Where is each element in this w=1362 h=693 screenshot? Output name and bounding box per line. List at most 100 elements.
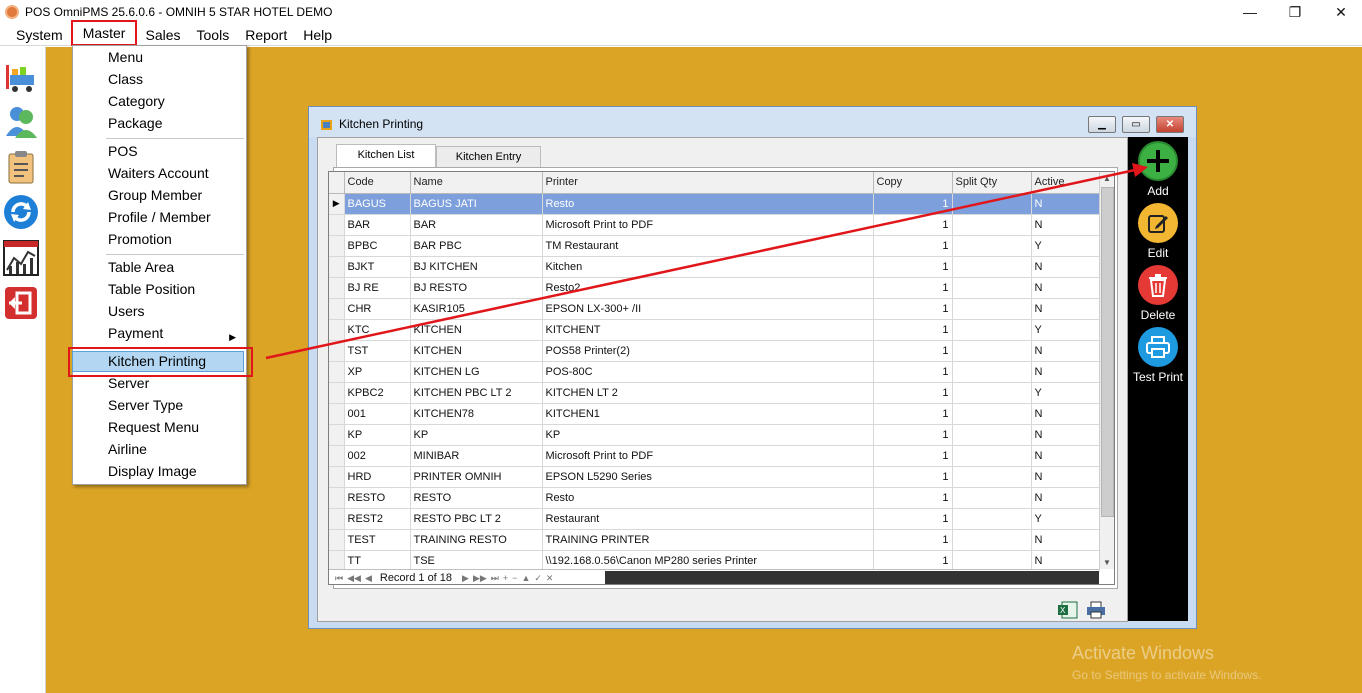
insert-record-icon[interactable]: +: [503, 573, 508, 583]
cell-active[interactable]: N: [1031, 424, 1100, 446]
exit-icon[interactable]: [3, 285, 39, 321]
cell-name[interactable]: KITCHEN: [410, 340, 543, 362]
column-header-printer[interactable]: Printer: [542, 172, 874, 194]
menu-item-package[interactable]: Package: [108, 112, 162, 134]
cell-printer[interactable]: TRAINING PRINTER: [542, 529, 874, 551]
cell-copy[interactable]: 1: [873, 298, 953, 320]
row-indicator[interactable]: [329, 214, 345, 236]
row-indicator[interactable]: [329, 466, 345, 488]
cell-printer[interactable]: KITCHENT: [542, 319, 874, 341]
row-indicator[interactable]: [329, 361, 345, 383]
cell-copy[interactable]: 1: [873, 424, 953, 446]
table-row[interactable]: TST KITCHEN POS58 Printer(2) 1 N: [329, 340, 1100, 362]
cell-split-qty[interactable]: [952, 298, 1032, 320]
cell-name[interactable]: KITCHEN LG: [410, 361, 543, 383]
cell-split-qty[interactable]: [952, 424, 1032, 446]
cell-active[interactable]: Y: [1031, 235, 1100, 257]
cell-active[interactable]: N: [1031, 214, 1100, 236]
cell-printer[interactable]: POS-80C: [542, 361, 874, 383]
cell-active[interactable]: N: [1031, 487, 1100, 509]
dialog-maximize-button[interactable]: ▭: [1122, 116, 1150, 133]
cell-split-qty[interactable]: [952, 487, 1032, 509]
row-indicator[interactable]: [329, 508, 345, 530]
cell-name[interactable]: BJ RESTO: [410, 277, 543, 299]
menu-item-group-member[interactable]: Group Member: [108, 184, 202, 206]
cell-code[interactable]: BJ RE: [344, 277, 411, 299]
menu-system[interactable]: System: [0, 24, 71, 46]
cell-split-qty[interactable]: [952, 214, 1032, 236]
cell-code[interactable]: REST2: [344, 508, 411, 530]
cell-copy[interactable]: 1: [873, 487, 953, 509]
cell-code[interactable]: BAR: [344, 214, 411, 236]
menu-item-airline[interactable]: Airline: [108, 438, 147, 460]
row-indicator[interactable]: [329, 298, 345, 320]
cell-name[interactable]: KITCHEN: [410, 319, 543, 341]
menu-tools[interactable]: Tools: [189, 24, 238, 46]
cell-split-qty[interactable]: [952, 403, 1032, 425]
menu-item-request-menu[interactable]: Request Menu: [108, 416, 199, 438]
scrollbar-thumb[interactable]: [1101, 187, 1114, 517]
cell-code[interactable]: CHR: [344, 298, 411, 320]
edit-button[interactable]: Edit: [1132, 203, 1184, 260]
cell-code[interactable]: KTC: [344, 319, 411, 341]
menu-item-category[interactable]: Category: [108, 90, 165, 112]
menu-item-table-position[interactable]: Table Position: [108, 278, 195, 300]
delete-record-icon[interactable]: −: [512, 573, 517, 583]
cell-split-qty[interactable]: [952, 361, 1032, 383]
cell-name[interactable]: KP: [410, 424, 543, 446]
column-header-code[interactable]: Code: [344, 172, 411, 194]
close-button[interactable]: ✕: [1318, 0, 1362, 24]
menu-item-profile-member[interactable]: Profile / Member: [108, 206, 211, 228]
cell-copy[interactable]: 1: [873, 529, 953, 551]
cell-name[interactable]: TRAINING RESTO: [410, 529, 543, 551]
cell-copy[interactable]: 1: [873, 361, 953, 383]
table-row[interactable]: BAR BAR Microsoft Print to PDF 1 N: [329, 214, 1100, 236]
cell-copy[interactable]: 1: [873, 445, 953, 467]
cell-copy[interactable]: 1: [873, 382, 953, 404]
cell-active[interactable]: N: [1031, 277, 1100, 299]
cell-printer[interactable]: \\192.168.0.56\Canon MP280 series Printe…: [542, 550, 874, 572]
cell-active[interactable]: N: [1031, 403, 1100, 425]
cell-copy[interactable]: 1: [873, 508, 953, 530]
scroll-down-icon[interactable]: ▼: [1103, 558, 1111, 567]
cell-code[interactable]: KP: [344, 424, 411, 446]
table-row[interactable]: 001 KITCHEN78 KITCHEN1 1 N: [329, 403, 1100, 425]
cell-printer[interactable]: Resto: [542, 193, 874, 215]
cell-code[interactable]: TT: [344, 550, 411, 572]
next-page-icon[interactable]: ▶▶: [473, 573, 487, 584]
tab-kitchen-list[interactable]: Kitchen List: [336, 144, 436, 168]
column-header-split-qty[interactable]: Split Qty: [952, 172, 1032, 194]
row-indicator[interactable]: [329, 445, 345, 467]
table-row[interactable]: HRD PRINTER OMNIH EPSON L5290 Series 1 N: [329, 466, 1100, 488]
table-row[interactable]: TEST TRAINING RESTO TRAINING PRINTER 1 N: [329, 529, 1100, 551]
cell-split-qty[interactable]: [952, 466, 1032, 488]
cell-copy[interactable]: 1: [873, 550, 953, 572]
column-header-active[interactable]: Active: [1031, 172, 1100, 194]
tab-kitchen-entry[interactable]: Kitchen Entry: [436, 146, 541, 167]
cell-split-qty[interactable]: [952, 319, 1032, 341]
menu-item-promotion[interactable]: Promotion: [108, 228, 172, 250]
cell-split-qty[interactable]: [952, 445, 1032, 467]
cell-active[interactable]: Y: [1031, 319, 1100, 341]
cell-code[interactable]: TEST: [344, 529, 411, 551]
cell-printer[interactable]: Kitchen: [542, 256, 874, 278]
table-row[interactable]: BJKT BJ KITCHEN Kitchen 1 N: [329, 256, 1100, 278]
prev-page-icon[interactable]: ◀◀: [347, 573, 361, 584]
cell-name[interactable]: BAGUS JATI: [410, 193, 543, 215]
cell-split-qty[interactable]: [952, 340, 1032, 362]
table-row[interactable]: XP KITCHEN LG POS-80C 1 N: [329, 361, 1100, 383]
cell-printer[interactable]: Restaurant: [542, 508, 874, 530]
menu-item-waiters-account[interactable]: Waiters Account: [108, 162, 209, 184]
cell-name[interactable]: BAR PBC: [410, 235, 543, 257]
test-print-button[interactable]: Test Print: [1132, 327, 1184, 384]
cell-code[interactable]: BPBC: [344, 235, 411, 257]
cancel-record-icon[interactable]: ✕: [546, 573, 554, 584]
cell-active[interactable]: N: [1031, 445, 1100, 467]
cell-printer[interactable]: Resto2: [542, 277, 874, 299]
cell-active[interactable]: N: [1031, 256, 1100, 278]
cell-name[interactable]: MINIBAR: [410, 445, 543, 467]
row-indicator[interactable]: [329, 340, 345, 362]
row-indicator[interactable]: ▶: [329, 193, 345, 215]
cell-split-qty[interactable]: [952, 235, 1032, 257]
cell-copy[interactable]: 1: [873, 319, 953, 341]
